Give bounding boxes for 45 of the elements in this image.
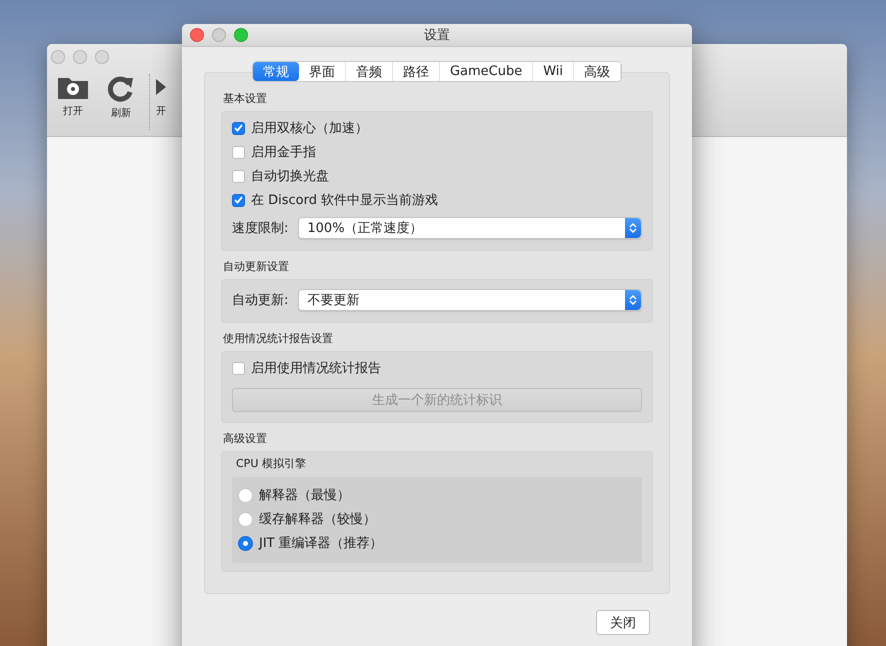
minimize-icon[interactable]	[73, 50, 87, 64]
stepper-icon	[629, 222, 637, 234]
section-title: 高级设置	[223, 431, 268, 446]
close-icon[interactable]	[51, 50, 65, 64]
radio-button[interactable]	[238, 512, 253, 526]
radio-label: 解释器（最慢）	[259, 487, 350, 504]
radio-label: JIT 重编译器（推荐）	[259, 535, 383, 552]
checkbox[interactable]	[232, 146, 245, 158]
checkbox[interactable]	[232, 170, 245, 182]
checkbox[interactable]	[232, 362, 245, 374]
tab[interactable]: Wii	[533, 62, 574, 81]
tab[interactable]: 界面	[298, 62, 346, 81]
zoom-icon[interactable]	[95, 50, 109, 64]
tab[interactable]: 音频	[346, 62, 393, 81]
tab[interactable]: 常规	[252, 62, 299, 81]
checkbox[interactable]	[232, 122, 245, 134]
checkbox-label: 在 Discord 软件中显示当前游戏	[251, 192, 438, 209]
checkbox-label: 自动切换光盘	[251, 168, 329, 185]
refresh-icon	[107, 74, 135, 102]
toolbar-button[interactable]: 打开	[51, 74, 95, 118]
close-button[interactable]: 关闭	[596, 610, 650, 635]
section-title: 使用情况统计报告设置	[223, 331, 334, 346]
checkbox[interactable]	[232, 194, 245, 206]
minimize-icon[interactable]	[212, 28, 226, 42]
window-title: 设置	[423, 27, 451, 44]
checkbox-label: 启用金手指	[251, 144, 316, 161]
tab[interactable]: 路径	[392, 62, 440, 81]
checkbox-label: 启用双核心（加速）	[251, 120, 368, 137]
toolbar-button[interactable]: 刷新	[99, 74, 143, 120]
field-label: 速度限制:	[232, 220, 288, 237]
checkbox-label: 启用使用情况统计报告	[251, 360, 381, 377]
group-title: CPU 模拟引擎	[236, 456, 307, 471]
stepper-icon	[629, 294, 637, 306]
dropdown[interactable]: 100%（正常速度）	[298, 217, 642, 239]
close-icon[interactable]	[190, 28, 204, 42]
radio-button[interactable]	[238, 536, 253, 550]
tab[interactable]: GameCube	[440, 62, 534, 81]
zoom-icon[interactable]	[234, 28, 248, 42]
toolbar-button[interactable]: 开	[156, 74, 166, 118]
dropdown[interactable]: 不要更新	[298, 289, 642, 311]
section-title: 自动更新设置	[223, 259, 290, 274]
radio-button[interactable]	[238, 488, 253, 502]
section-title: 基本设置	[223, 91, 268, 106]
field-label: 自动更新:	[232, 292, 288, 309]
radio-label: 缓存解释器（较慢）	[259, 511, 376, 528]
